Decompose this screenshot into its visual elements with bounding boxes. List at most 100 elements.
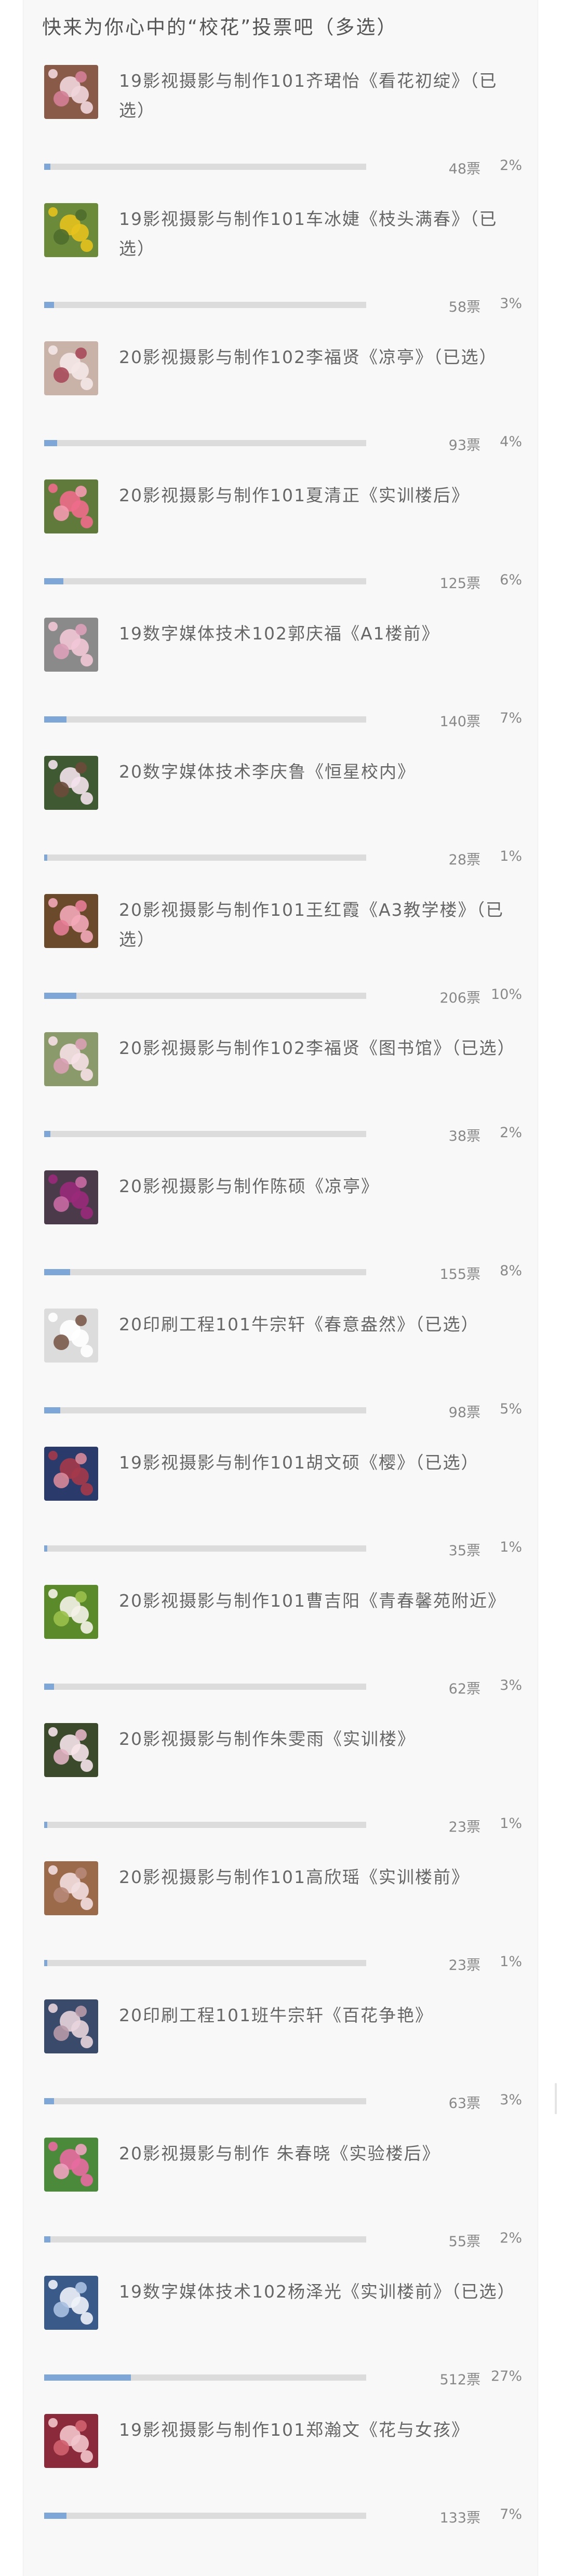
photo-petal [48,760,58,769]
vote-progress-bar [44,1545,366,1552]
photo-petal [81,2036,93,2048]
photo-petal [54,920,69,936]
photo-petal [71,86,89,103]
photo-petal [81,792,93,805]
vote-progress-fill [44,164,51,170]
flower-photo-icon[interactable] [44,2414,98,2468]
flower-photo-icon[interactable] [44,479,98,533]
photo-petal [48,622,58,631]
flower-photo-icon[interactable] [44,203,98,257]
option-title[interactable]: 19影视摄影与制作101胡文硕《樱》（已选） [119,1448,514,1477]
photo-petal [48,484,58,493]
option-title[interactable]: 19数字媒体技术102杨泽光《实训楼前》（已选） [119,2277,514,2306]
vote-count: 38票 [448,1128,480,1144]
flower-photo-icon[interactable] [44,341,98,395]
poll-option[interactable]: 20影视摄影与制作102李福贤《凉亭》（已选） 93票 4% [23,341,539,479]
option-title[interactable]: 20影视摄影与制作101高欣瑶《实训楼前》 [119,1862,514,1892]
option-title[interactable]: 20影视摄影与制作 朱春晓《实验楼后》 [119,2139,514,2168]
poll-option[interactable]: 20影视摄影与制作101高欣瑶《实训楼前》 23票 1% [23,1861,539,1999]
vote-progress-bar [44,2098,366,2104]
option-title[interactable]: 19影视摄影与制作101车冰婕《枝头满春》（已选） [119,204,514,263]
option-title[interactable]: 20影视摄影与制作102李福贤《图书馆》（已选） [119,1033,514,1063]
poll-option[interactable]: 20影视摄影与制作陈硕《凉亭》 155票 8% [23,1170,539,1309]
vote-percent: 2% [500,2230,522,2246]
option-title[interactable]: 20影视摄影与制作102李福贤《凉亭》（已选） [119,342,514,372]
flower-photo-icon[interactable] [44,2276,98,2330]
photo-petal [71,1329,89,1347]
vote-count: 58票 [448,299,480,315]
vote-count: 98票 [448,1405,480,1421]
photo-petal [54,644,69,659]
photo-petal [81,654,93,666]
vote-progress-fill [44,993,76,999]
poll-option[interactable]: 19影视摄影与制作101车冰婕《枝头满春》（已选） 58票 3% [23,203,539,341]
vote-count: 48票 [448,161,480,177]
vote-count: 93票 [448,437,480,453]
option-title[interactable]: 20印刷工程101牛宗轩《春意盎然》（已选） [119,1310,514,1339]
flower-photo-icon[interactable] [44,894,98,948]
option-title[interactable]: 20影视摄影与制作朱雯雨《实训楼》 [119,1724,514,1754]
vote-percent: 27% [490,2368,522,2384]
vote-progress-bar [44,1131,366,1137]
poll-option[interactable]: 19数字媒体技术102郭庆福《A1楼前》 140票 7% [23,618,539,756]
vote-count: 23票 [448,1957,480,1973]
photo-petal [75,1591,87,1603]
flower-photo-icon[interactable] [44,2138,98,2192]
vote-progress-fill [44,1545,48,1552]
photo-petal [48,1727,58,1737]
poll-option[interactable]: 19影视摄影与制作101郑瀚文《花与女孩》 133票 7% [23,2414,539,2552]
option-title[interactable]: 20影视摄影与制作101夏清正《实训楼后》 [119,481,514,510]
vote-percent: 3% [500,296,522,312]
option-title[interactable]: 20影视摄影与制作陈硕《凉亭》 [119,1171,514,1201]
flower-photo-icon[interactable] [44,1861,98,1915]
scrollbar-thumb[interactable] [555,2083,557,2114]
photo-petal [71,2020,89,2038]
photo-petal [81,1345,93,1357]
option-title[interactable]: 20影视摄影与制作101曹吉阳《青春馨苑附近》 [119,1586,514,1616]
poll-option[interactable]: 19数字媒体技术102杨泽光《实训楼前》（已选） 512票 27% [23,2276,539,2414]
poll-option[interactable]: 20影视摄影与制作101曹吉阳《青春馨苑附近》 62票 3% [23,1585,539,1723]
vote-percent: 5% [500,1401,522,1417]
flower-photo-icon[interactable] [44,756,98,810]
flower-photo-icon[interactable] [44,1309,98,1363]
poll-option[interactable]: 20影视摄影与制作 朱春晓《实验楼后》 55票 2% [23,2138,539,2276]
option-title[interactable]: 20影视摄影与制作101王红霞《A3教学楼》（已选） [119,895,514,954]
poll-option[interactable]: 20数字媒体技术李庆鲁《恒星校内》 28票 1% [23,756,539,894]
flower-photo-icon[interactable] [44,1032,98,1086]
poll-option[interactable]: 19影视摄影与制作101齐珺怡《看花初绽》（已选） 48票 2% [23,65,539,203]
photo-petal [75,1038,87,1050]
poll-option[interactable]: 20印刷工程101牛宗轩《春意盎然》（已选） 98票 5% [23,1309,539,1447]
photo-petal [54,1611,69,1626]
photo-petal [54,505,69,521]
vote-progress-bar [44,1269,366,1275]
poll-option[interactable]: 19影视摄影与制作101胡文硕《樱》（已选） 35票 1% [23,1447,539,1585]
flower-photo-icon[interactable] [44,1999,98,2053]
flower-photo-icon[interactable] [44,618,98,672]
photo-petal [71,1606,89,1623]
flower-photo-icon[interactable] [44,1170,98,1224]
vote-progress-fill [44,2098,54,2104]
flower-photo-icon[interactable] [44,1585,98,1639]
photo-petal [48,2280,58,2289]
photo-petal [71,1882,89,1900]
photo-petal [48,1451,58,1460]
vote-percent: 7% [500,710,522,726]
photo-petal [54,2302,69,2317]
poll-option[interactable]: 20印刷工程101班牛宗轩《百花争艳》 63票 3% [23,1999,539,2138]
poll-option[interactable]: 20影视摄影与制作101王红霞《A3教学楼》（已选） 206票 10% [23,894,539,1032]
vote-progress-fill [44,2513,67,2519]
poll-option[interactable]: 20影视摄影与制作102李福贤《图书馆》（已选） 38票 2% [23,1032,539,1170]
poll-option[interactable]: 20影视摄影与制作朱雯雨《实训楼》 23票 1% [23,1723,539,1861]
poll-option[interactable]: 20影视摄影与制作101夏清正《实训楼后》 125票 6% [23,479,539,618]
option-title[interactable]: 20数字媒体技术李庆鲁《恒星校内》 [119,757,514,786]
vote-percent: 2% [500,157,522,173]
option-title[interactable]: 20印刷工程101班牛宗轩《百花争艳》 [119,2000,514,2030]
option-title[interactable]: 19影视摄影与制作101齐珺怡《看花初绽》（已选） [119,66,514,125]
photo-petal [48,2004,58,2013]
option-title[interactable]: 19数字媒体技术102郭庆福《A1楼前》 [119,619,514,648]
flower-photo-icon[interactable] [44,1723,98,1777]
photo-petal [75,2420,87,2432]
option-title[interactable]: 19影视摄影与制作101郑瀚文《花与女孩》 [119,2415,514,2445]
flower-photo-icon[interactable] [44,1447,98,1501]
flower-photo-icon[interactable] [44,65,98,119]
